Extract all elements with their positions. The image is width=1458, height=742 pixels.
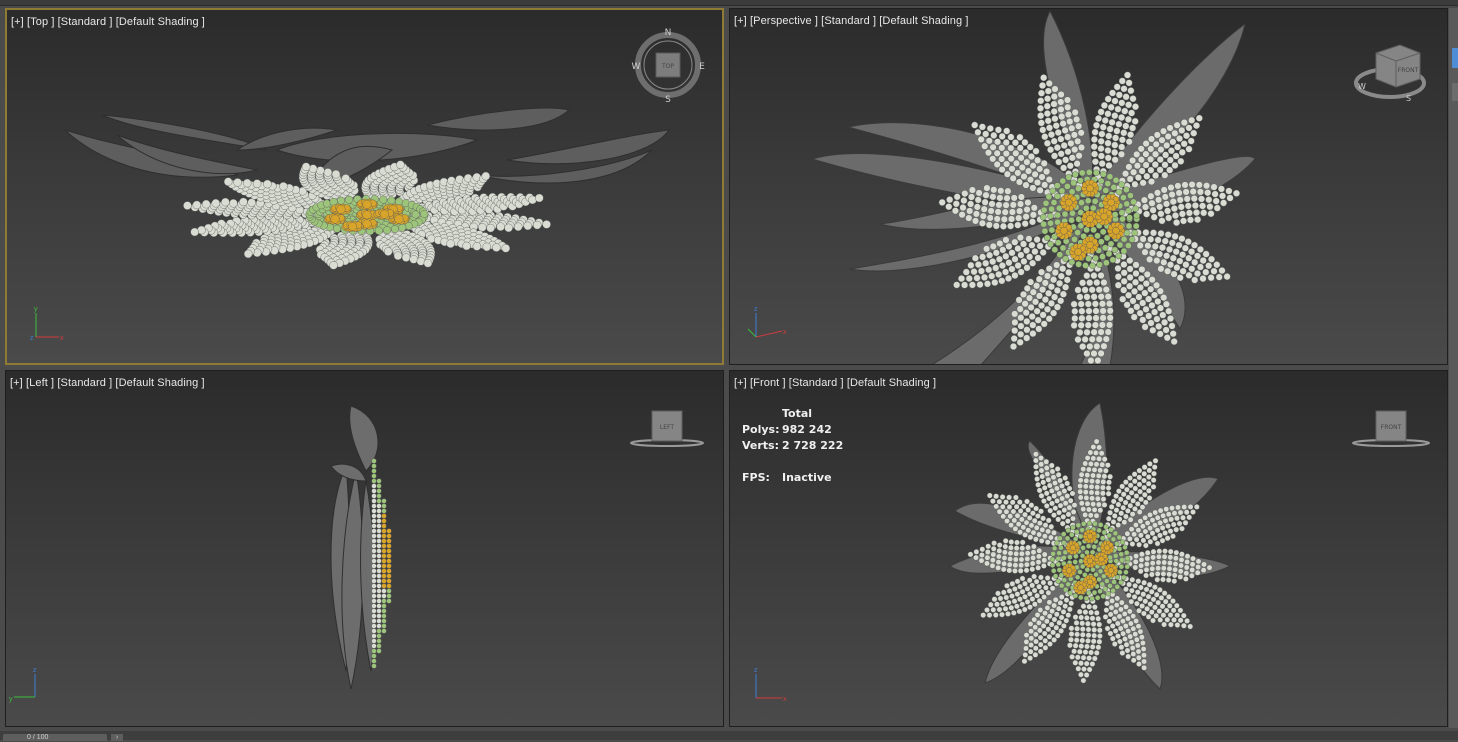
flower-left-view	[330, 405, 392, 690]
flower-top-view	[64, 107, 671, 270]
panel-tab-button[interactable]	[1452, 83, 1458, 101]
verts-label: Verts:	[742, 439, 780, 452]
polys-label: Polys:	[742, 423, 780, 436]
flower-left-beads	[371, 458, 392, 669]
viewport-front[interactable]: [+] [Front ] [Standard ] [Default Shadin…	[729, 370, 1448, 727]
fps-label: FPS:	[742, 471, 770, 484]
viewport-left-label[interactable]: [+] [Left ] [Standard ] [Default Shading…	[10, 377, 205, 389]
viewport-front-label[interactable]: [+] [Front ] [Standard ] [Default Shadin…	[734, 377, 936, 389]
viewport-perspective-label[interactable]: [+] [Perspective ] [Standard ] [Default …	[734, 15, 969, 27]
viewport-statistics: Total Polys: 982 242 Verts: 2 728 222 FPS:…	[742, 407, 843, 487]
time-slider-bar: 0 / 100 ›	[0, 731, 1458, 741]
verts-value: 2 728 222	[782, 439, 844, 452]
viewport-left[interactable]: [+] [Left ] [Standard ] [Default Shading…	[5, 370, 724, 727]
viewport-top[interactable]: [+] [Top ] [Standard ] [Default Shading …	[5, 8, 724, 365]
fps-value: Inactive	[782, 471, 832, 484]
polys-value: 982 242	[782, 423, 832, 436]
viewport-perspective[interactable]: [+] [Perspective ] [Standard ] [Default …	[729, 8, 1448, 365]
command-panel-edge[interactable]	[1449, 8, 1458, 728]
viewport-top-label[interactable]: [+] [Top ] [Standard ] [Default Shading …	[11, 16, 205, 28]
panel-tab-button[interactable]	[1452, 48, 1458, 68]
top-toolbar-edge	[0, 0, 1458, 6]
stats-header: Total	[782, 407, 813, 420]
flower-perspective-view	[810, 9, 1256, 364]
